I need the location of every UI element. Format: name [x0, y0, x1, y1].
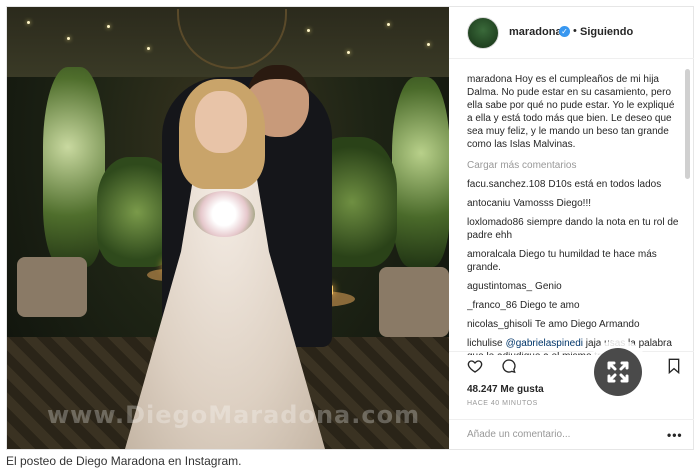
photo-bouquet [193, 191, 255, 237]
comment-username[interactable]: antocaniu [467, 198, 510, 209]
expand-button-inner [594, 348, 642, 396]
heart-icon[interactable] [467, 358, 483, 374]
comment-item: agustintomas_ Genio [467, 280, 681, 293]
ceiling-light [427, 43, 430, 46]
load-more-comments-link[interactable]: Cargar más comentarios [467, 159, 681, 172]
comment-item: antocaniu Vamosss Diego!!! [467, 197, 681, 210]
comment-item: facu.sanchez.108 D10s está en todos lados [467, 178, 681, 191]
ceiling-light [307, 29, 310, 32]
avatar[interactable] [467, 17, 499, 49]
comment-mention-link[interactable]: @gabrielaspinedi [506, 338, 583, 349]
photo-watermark: www.DiegoMaradona.com [47, 401, 421, 429]
comment-text: D10s está en todos lados [548, 179, 662, 190]
post-photo[interactable]: www.DiegoMaradona.com [7, 7, 449, 449]
photo-bride-face [195, 91, 247, 153]
comment-username[interactable]: _franco_86 [467, 300, 517, 311]
comment-item: loxlomado86 siempre dando la nota en tu r… [467, 216, 681, 242]
expand-button[interactable] [586, 340, 650, 404]
photo-greenery [392, 77, 449, 267]
ceiling-light [147, 47, 150, 50]
follow-status-button[interactable]: Siguiendo [580, 26, 633, 38]
ceiling-light [27, 21, 30, 24]
bookmark-icon[interactable] [667, 358, 681, 374]
caption-username[interactable]: maradona [467, 74, 512, 85]
post-caption: maradona Hoy es el cumpleaños de mi hija … [467, 73, 681, 151]
ceiling-light [347, 51, 350, 54]
comments-scrollbar[interactable] [685, 69, 690, 179]
comment-username[interactable]: nicolas_ghisoli [467, 319, 532, 330]
photo-sofa [17, 257, 87, 317]
ceiling-light [67, 37, 70, 40]
post-sidebar: maradona ✓ • Siguiendo maradona Hoy es el… [449, 7, 694, 449]
photo-greenery [43, 67, 105, 267]
comment-text: Te amo Diego Armando [535, 319, 640, 330]
ceiling-light [387, 23, 390, 26]
comment-item: amoralcala Diego tu humildad te hace más … [467, 248, 681, 274]
comment-text: Diego te amo [520, 300, 580, 311]
post-timestamp: HACE 40 MINUTOS [467, 400, 538, 407]
comments-list: maradona Hoy es el cumpleaños de mi hija … [467, 73, 681, 355]
photo-sofa [379, 267, 449, 337]
post-header: maradona ✓ • Siguiendo [449, 7, 694, 59]
comment-username[interactable]: loxlomado86 [467, 217, 524, 228]
more-options-icon[interactable]: ••• [667, 428, 683, 442]
figure-caption: El posteo de Diego Maradona en Instagram… [6, 454, 242, 468]
comment-text: Genio [535, 281, 562, 292]
verified-badge-icon: ✓ [559, 26, 570, 37]
caption-text: Hoy es el cumpleaños de mi hija Dalma. N… [467, 74, 675, 150]
comment-text: Vamosss Diego!!! [513, 198, 591, 209]
add-comment-input[interactable] [467, 429, 647, 440]
comment-username[interactable]: lichulise [467, 338, 503, 349]
comment-item: _franco_86 Diego te amo [467, 299, 681, 312]
ceiling-light [107, 25, 110, 28]
comment-username[interactable]: agustintomas_ [467, 281, 532, 292]
comment-item: nicolas_ghisoli Te amo Diego Armando [467, 318, 681, 331]
separator-dot: • [573, 25, 577, 37]
comment-bubble-icon[interactable] [501, 358, 517, 374]
likes-count[interactable]: 48.247 Me gusta [467, 384, 544, 395]
post-actions-bar [449, 351, 694, 377]
expand-icon [607, 361, 629, 383]
post-username[interactable]: maradona [509, 26, 562, 38]
comment-username[interactable]: facu.sanchez.108 [467, 179, 545, 190]
add-comment-bar: ••• [449, 419, 694, 449]
comment-username[interactable]: amoralcala [467, 249, 516, 260]
